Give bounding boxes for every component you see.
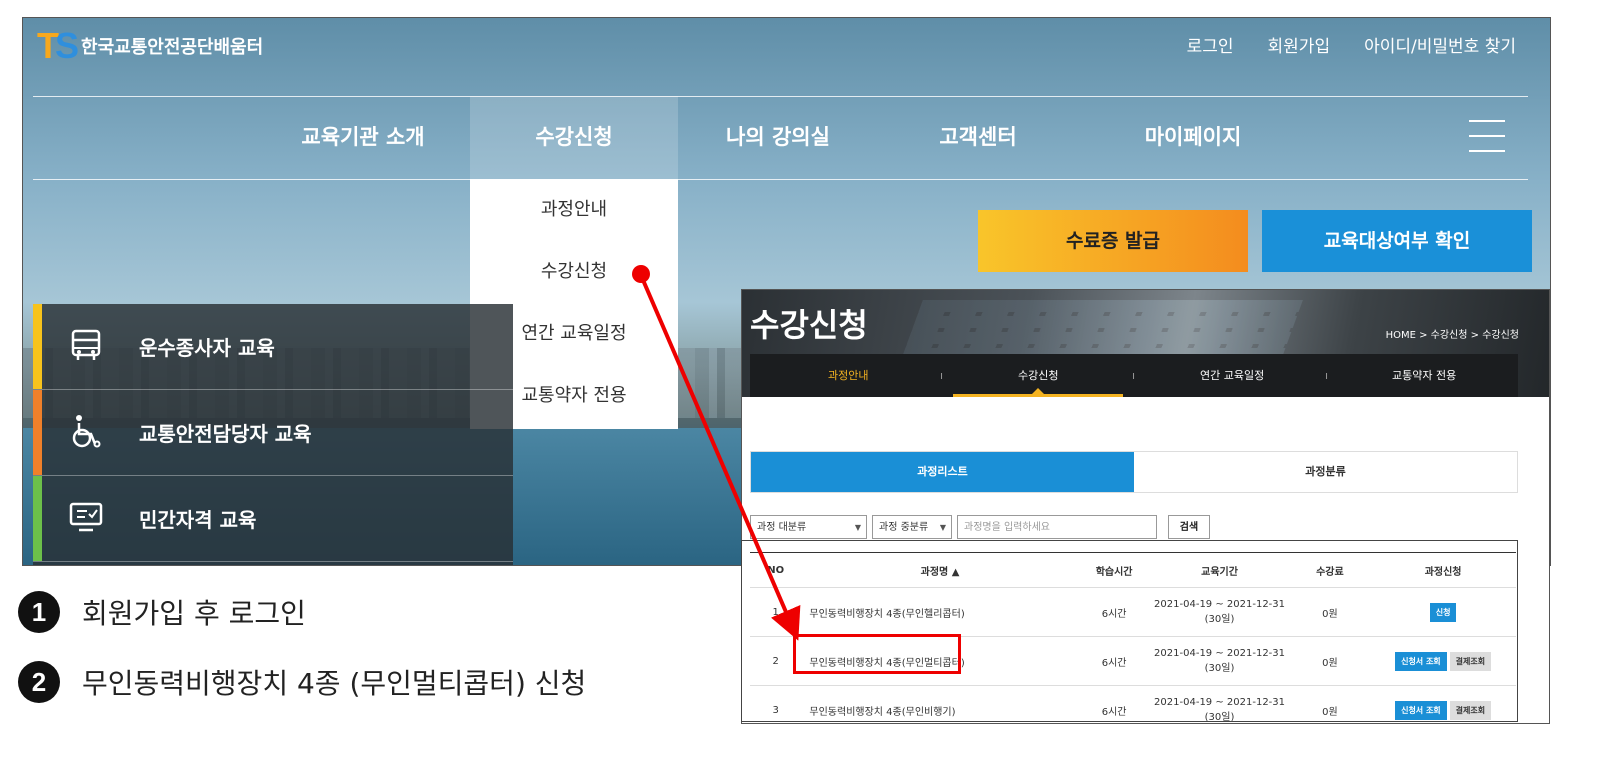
hamburger-menu-icon[interactable] bbox=[1469, 120, 1505, 152]
minor-category-select[interactable]: 과정 중분류 ▼ bbox=[872, 515, 952, 539]
subnav-accessibility[interactable]: 교통약자 전용 bbox=[1392, 354, 1456, 397]
category-color-bar bbox=[33, 304, 42, 389]
tab-course-list[interactable]: 과정리스트 bbox=[751, 452, 1134, 492]
dropdown-arrow-icon: ▼ bbox=[854, 523, 861, 532]
certificate-issue-button[interactable]: 수료증 발급 bbox=[978, 210, 1248, 272]
select-value: 과정 중분류 bbox=[879, 522, 929, 533]
subnav-separator: ı bbox=[1132, 369, 1136, 382]
category-panel: 운수종사자 교육 교통안전담당자 교육 민간자격 교육 bbox=[33, 304, 513, 565]
certificate-monitor-icon bbox=[69, 502, 103, 532]
dropdown-course-guide[interactable]: 과정안내 bbox=[470, 179, 678, 241]
page-title: 수강신청 bbox=[750, 306, 868, 344]
table-frame bbox=[741, 540, 1518, 722]
site-logo[interactable]: TS 한국교통안전공단배움터 bbox=[37, 28, 263, 64]
subnav-course-guide[interactable]: 과정안내 bbox=[828, 354, 868, 397]
step-text: 무인동력비행장치 4종 (무인멀티콥터) 신청 bbox=[82, 667, 587, 700]
pointer-dot bbox=[632, 265, 650, 283]
active-indicator bbox=[1032, 388, 1044, 394]
category-label: 민간자격 교육 bbox=[139, 508, 257, 532]
category-color-bar bbox=[33, 476, 42, 561]
highlight-box bbox=[793, 634, 961, 674]
main-nav: 교육기관 소개 수강신청 나의 강의실 고객센터 마이페이지 bbox=[23, 96, 1550, 179]
step-number: 2 bbox=[18, 661, 60, 703]
filter-bar: 과정 대분류 ▼ 과정 중분류 ▼ 과정명을 입력하세요 검색 bbox=[750, 515, 1210, 541]
category-transport-workers[interactable]: 운수종사자 교육 bbox=[33, 304, 513, 390]
step-1: 1 회원가입 후 로그인 bbox=[18, 591, 306, 633]
step-text: 회원가입 후 로그인 bbox=[82, 597, 306, 630]
subnav-separator: ı bbox=[940, 369, 944, 382]
category-color-bar bbox=[33, 390, 42, 475]
login-link[interactable]: 로그인 bbox=[1187, 32, 1234, 57]
bus-icon bbox=[71, 329, 101, 360]
logo-name: 한국교통안전공단배움터 bbox=[81, 37, 264, 58]
nav-customer-center[interactable]: 고객센터 bbox=[903, 96, 1053, 179]
top-links: 로그인 회원가입 아이디/비밀번호 찾기 bbox=[1187, 32, 1516, 57]
subnav-separator: ı bbox=[1325, 369, 1329, 382]
nav-enroll[interactable]: 수강신청 bbox=[470, 96, 678, 179]
nav-mypage[interactable]: 마이페이지 bbox=[1113, 96, 1273, 179]
category-label: 교통안전담당자 교육 bbox=[139, 422, 312, 446]
find-account-link[interactable]: 아이디/비밀번호 찾기 bbox=[1364, 32, 1516, 57]
major-category-select[interactable]: 과정 대분류 ▼ bbox=[750, 515, 867, 539]
tab-course-category[interactable]: 과정분류 bbox=[1134, 452, 1517, 492]
breadcrumb: HOME > 수강신청 > 수강신청 bbox=[1385, 330, 1519, 341]
step-number: 1 bbox=[18, 591, 60, 633]
nav-about[interactable]: 교육기관 소개 bbox=[263, 96, 463, 179]
subnav-annual-schedule[interactable]: 연간 교육일정 bbox=[1200, 354, 1264, 397]
step-2: 2 무인동력비행장치 4종 (무인멀티콥터) 신청 bbox=[18, 661, 586, 703]
active-underline bbox=[953, 394, 1123, 397]
divider bbox=[33, 179, 1528, 180]
keyboard-image bbox=[901, 300, 1303, 360]
dropdown-arrow-icon: ▼ bbox=[939, 523, 946, 532]
signup-link[interactable]: 회원가입 bbox=[1268, 32, 1331, 57]
sub-nav: 과정안내 ı 수강신청 ı 연간 교육일정 ı 교통약자 전용 bbox=[750, 354, 1518, 397]
category-label: 운수종사자 교육 bbox=[139, 336, 275, 360]
category-private-qualification[interactable]: 민간자격 교육 bbox=[33, 476, 513, 562]
list-tabs: 과정리스트 과정분류 bbox=[750, 451, 1518, 493]
course-search-input[interactable]: 과정명을 입력하세요 bbox=[957, 515, 1157, 539]
nav-my-classroom[interactable]: 나의 강의실 bbox=[693, 96, 863, 179]
logo-mark: TS bbox=[37, 25, 79, 66]
search-button[interactable]: 검색 bbox=[1168, 515, 1210, 539]
category-safety-managers[interactable]: 교통안전담당자 교육 bbox=[33, 390, 513, 476]
select-value: 과정 대분류 bbox=[757, 522, 807, 533]
eligibility-check-button[interactable]: 교육대상여부 확인 bbox=[1262, 210, 1532, 272]
wheelchair-icon bbox=[72, 415, 101, 448]
